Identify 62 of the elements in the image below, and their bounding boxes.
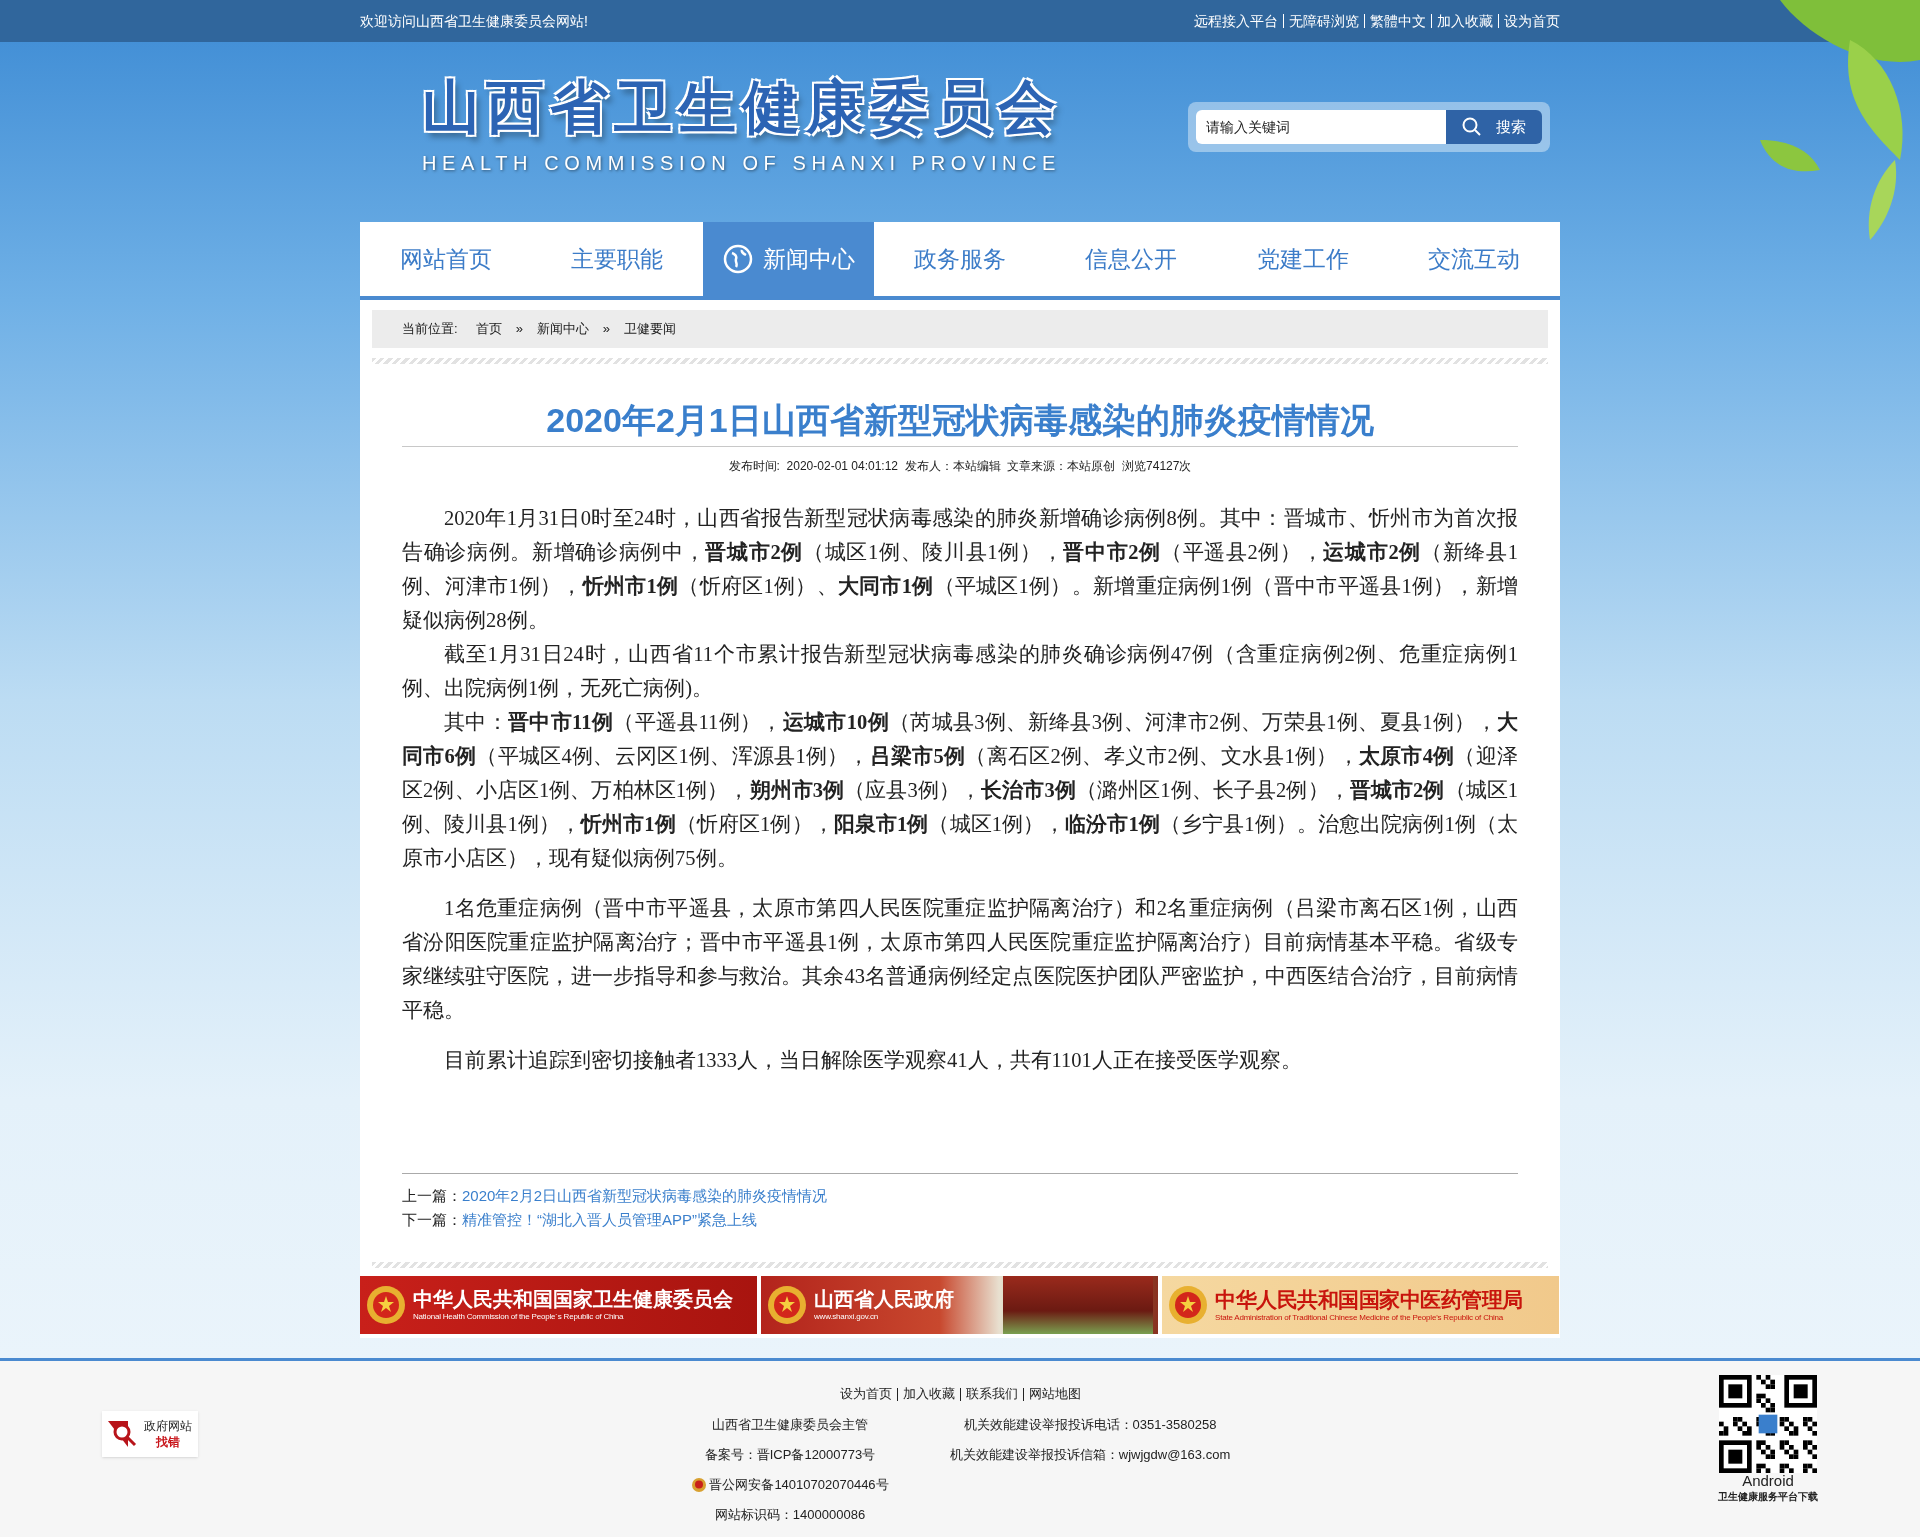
breadcrumb-label: 当前位置: (402, 320, 458, 339)
nav-label: 下一篇： (402, 1210, 462, 1230)
banner-subtitle: www.shanxi.gov.cn (814, 1313, 880, 1321)
footer-text: 山西省卫生健康委员会主管 (711, 1416, 869, 1434)
breadcrumb-link[interactable]: 首页 (475, 319, 502, 339)
footer-link[interactable]: 加入收藏 (902, 1384, 955, 1404)
breadcrumb-link[interactable]: 卫健要闻 (624, 319, 677, 339)
link-banner[interactable]: 中华人民共和国国家中医药管理局 State Administration of Traditional Chinese Medicine of the People's Republic of China (1162, 1276, 1559, 1334)
breadcrumb-separator: » (515, 320, 523, 339)
nav-tab[interactable]: 政务服务 (874, 222, 1046, 296)
link-banner[interactable]: 中华人民共和国国家卫生健康委员会 National Health Commission of the People´s Republic of China (360, 1276, 757, 1334)
site-subtitle: HEALTH COMMISSION OF SHANXI PROVINCE (422, 151, 1062, 176)
article-paragraph: 目前累计追踪到密切接触者1333人，当日解除医学观察41人，共有1101人正在接受医学观察。 (443, 1048, 1303, 1073)
top-link[interactable]: 繁體中文 (1370, 10, 1426, 32)
article-link[interactable]: 2020年2月2日山西省新型冠状病毒感染的肺炎疫情情况 (462, 1184, 828, 1208)
nav-tab[interactable]: 交流互动 (1388, 222, 1560, 296)
nav-tab[interactable]: 网站首页 (360, 222, 532, 296)
globe-icon (722, 244, 753, 274)
nav-tab[interactable]: 信息公开 (1045, 222, 1218, 296)
nav-tab[interactable]: 新闻中心 (702, 222, 875, 296)
nav-tab[interactable]: 主要职能 (531, 222, 703, 296)
footer-text: 机关效能建设举报投诉信箱：wjwjgdw@163.com (948, 1446, 1232, 1464)
banner-subtitle: State Administration of Traditional Chinese Medicine of the People's Republic of China (1215, 1313, 1505, 1322)
banner-subtitle: National Health Commission of the People´s Republic of China (413, 1313, 625, 1321)
article-paragraph: 其中：晋中市11例（平遥县11例），运城市10例（芮城县3例、新绛县3例、河津市2例、万荣县1例、夏县1例），大同市6例（平城区4例、云冈区1例、浑源县1例），吕梁市5例（离石区2例、孝义市2例、文水县1例），太原市4例（迎泽区2例、小店区1例、万柏林区1例），朔州市3例（应县3例），长治市3例（潞州区1例、长子县2例），晋城市2例（城区1例、陵川县1例），忻州市1例（忻府区1例），阳泉市1例（城区1例），临汾市1例（乡宁县1例）。治愈出院病例1例（太原市小店区），现有疑似病例75例。 (402, 710, 1518, 871)
footer-text: 网站标识码：1400000086 (713, 1506, 867, 1524)
nav-tab[interactable]: 党建工作 (1217, 222, 1389, 296)
police-emblem-icon (691, 1476, 708, 1493)
article-meta: 发布时间: 2020-02-01 04:01:12 发布人：本站编辑 文章来源：本站原创 浏览74127次 (727, 458, 1193, 475)
article-link[interactable]: 精准管控！“湖北入晋人员管理APP”紧急上线 (462, 1208, 757, 1232)
emblem-icon (766, 1284, 808, 1326)
site-title: 山西省卫生健康委员会 (422, 74, 1062, 140)
banner-title: 中华人民共和国国家卫生健康委员会 (413, 1289, 733, 1309)
article-paragraph: 2020年1月31日0时至24时，山西省报告新型冠状病毒感染的肺炎新增确诊病例8例。其中：晋城市、忻州市为首次报告确诊病例。新增确诊病例中，晋城市2例（城区1例、陵川县1例），晋中市2例（平遥县2例），运城市2例（新绛县1例、河津市1例），忻州市1例（忻府区1例）、大同市1例（平城区1例）。新增重症病例1例（晋中市平遥县1例），新增疑似病例28例。 (402, 506, 1518, 633)
qr-subcaption: 卫生健康服务平台下载 (1718, 1490, 1818, 1504)
link-banner[interactable]: 山西省人民政府 www.shanxi.gov.cn (761, 1276, 1158, 1334)
article-paragraph: 1名危重症病例（晋中市平遥县，太原市第四人民医院重症监护隔离治疗）和2名重症病例（吕梁市离石区1例，山西省汾阳医院重症监护隔离治疗；晋中市平遥县1例，太原市第四人民医院重症监护隔离治疗）目前病情基本平稳。省级专家继续驻守医院，进一步指导和参与救治。其余43名普通病例经定点医院医护团队严密监护，中西医结合治疗，目前病情平稳。 (402, 896, 1518, 1023)
article-title: 2020年2月1日山西省新型冠状病毒感染的肺炎疫情情况 (545, 400, 1375, 441)
top-link[interactable]: 远程接入平台 (1194, 10, 1278, 32)
nav-label: 上一篇： (402, 1186, 462, 1206)
emblem-icon (365, 1284, 407, 1326)
search-field[interactable]: 请输入关键词 (1196, 110, 1446, 144)
breadcrumb-link[interactable]: 新闻中心 (536, 319, 589, 339)
top-link[interactable]: 无障碍浏览 (1289, 10, 1359, 32)
banner-title: 中华人民共和国国家中医药管理局 (1215, 1288, 1523, 1310)
search-icon (1462, 117, 1482, 137)
search-button[interactable]: 搜索 (1446, 110, 1542, 144)
banner-title: 山西省人民政府 (814, 1289, 954, 1309)
article-paragraph: 截至1月31日24时，山西省11个市累计报告新型冠状病毒感染的肺炎确诊病例47例（含重症病例2例、危重症病例1例、出院病例1例，无死亡病例)。 (402, 642, 1518, 702)
emblem-icon (1167, 1284, 1209, 1326)
qr-caption: Android (1742, 1473, 1794, 1489)
footer-text: 晋公网安备14010702070446号 (709, 1476, 889, 1494)
footer-link[interactable]: 网站地图 (1028, 1384, 1081, 1404)
welcome-text: 欢迎访问山西省卫生健康委员会网站! (360, 11, 588, 31)
footer-link[interactable]: 设为首页 (839, 1384, 892, 1404)
footer-link[interactable]: 联系我们 (965, 1384, 1018, 1404)
footer-text: 备案号：晋ICP备12000773号 (703, 1446, 877, 1464)
breadcrumb-separator: » (602, 320, 611, 339)
top-link[interactable]: 设为首页 (1504, 10, 1560, 32)
top-link[interactable]: 加入收藏 (1437, 10, 1493, 32)
error-report-badge[interactable]: 政府网站 找错 (102, 1411, 198, 1457)
footer-text: 机关效能建设举报投诉电话：0351-3580258 (962, 1416, 1218, 1434)
